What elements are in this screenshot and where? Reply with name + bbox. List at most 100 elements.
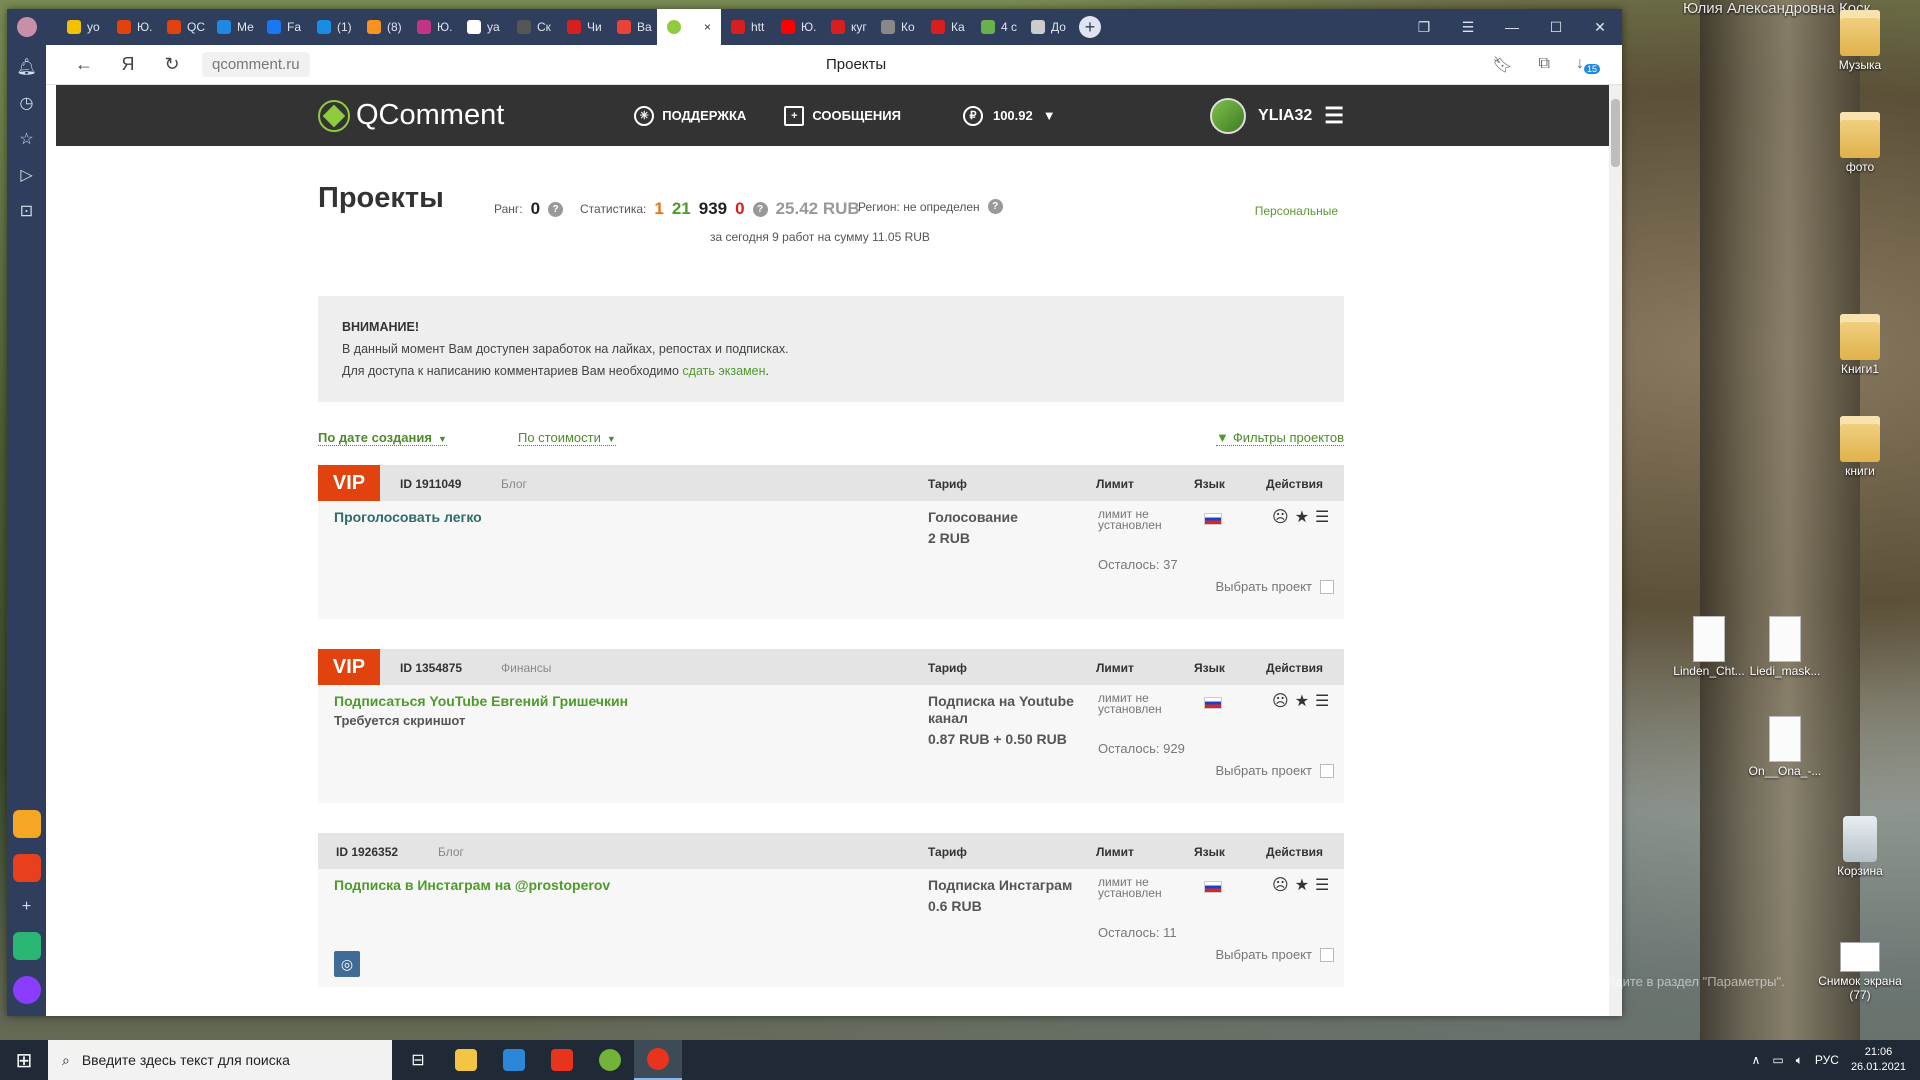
desktop-icon-music[interactable]: Музыка	[1815, 10, 1905, 72]
tab[interactable]: Ка	[921, 9, 971, 45]
messenger-icon[interactable]	[12, 932, 41, 960]
page-scrollbar[interactable]	[1609, 85, 1622, 1016]
list-icon[interactable]: ☰	[1315, 875, 1329, 895]
scrollbar-thumb[interactable]	[1611, 99, 1620, 167]
mail-alt-icon[interactable]	[12, 854, 41, 882]
star-icon[interactable]: ★	[1295, 691, 1309, 711]
star-icon[interactable]: ★	[1295, 507, 1309, 527]
tab[interactable]: Ва	[607, 9, 657, 45]
desktop-icon-books1[interactable]: Книги1	[1815, 314, 1905, 376]
star-icon[interactable]: ★	[1295, 875, 1309, 895]
tab-manager-icon[interactable]: ❐	[1402, 19, 1446, 36]
site-logo[interactable]: QComment	[318, 99, 504, 132]
profile-avatar-button[interactable]	[7, 9, 57, 45]
mail-icon[interactable]	[12, 810, 41, 838]
alice-icon[interactable]	[12, 976, 41, 1004]
tab[interactable]: Fa	[257, 9, 307, 45]
list-icon[interactable]: ☰	[1315, 507, 1329, 527]
support-link[interactable]: ✳ ПОДДЕРЖКА	[634, 105, 746, 126]
select-project[interactable]: Выбрать проект	[1216, 579, 1334, 594]
tab[interactable]: Ю.	[107, 9, 157, 45]
task-view-icon[interactable]: ⊟	[394, 1040, 442, 1080]
tab[interactable]: (8)	[357, 9, 407, 45]
exam-link[interactable]: сдать экзамен	[682, 364, 765, 378]
bell-icon[interactable]: 🔔︎	[16, 57, 36, 77]
url-field[interactable]: qcomment.ru	[202, 52, 310, 77]
tab[interactable]: QC	[157, 9, 207, 45]
help-icon[interactable]: ?	[752, 201, 768, 217]
file-explorer-icon[interactable]	[442, 1040, 490, 1080]
network-icon[interactable]: ▭	[1772, 1053, 1783, 1067]
minimize-button[interactable]: —	[1490, 19, 1534, 36]
windows-start-icon[interactable]: ⊞	[0, 1040, 48, 1080]
back-icon[interactable]: ←	[62, 54, 106, 75]
desktop-icon-recycle-bin[interactable]: Корзина	[1815, 816, 1905, 878]
select-checkbox[interactable]	[1320, 947, 1334, 962]
tab[interactable]: ya	[457, 9, 507, 45]
clock[interactable]: 21:06 26.01.2021	[1851, 1045, 1906, 1075]
taskbar-search[interactable]: ⌕ Введите здесь текст для поиска	[48, 1040, 392, 1080]
messages-link[interactable]: + СООБЩЕНИЯ	[784, 105, 901, 126]
tab[interactable]: Чи	[557, 9, 607, 45]
hamburger-icon[interactable]: ☰	[1324, 103, 1344, 129]
zen-icon[interactable]: ⊡	[20, 201, 33, 221]
add-icon[interactable]: +	[22, 898, 31, 916]
tab[interactable]: htt	[721, 9, 771, 45]
tab[interactable]: Ю.	[407, 9, 457, 45]
reload-icon[interactable]: ↻	[150, 54, 194, 75]
mail-app-icon[interactable]	[490, 1040, 538, 1080]
dislike-icon[interactable]: ☹	[1272, 507, 1289, 527]
extensions-icon[interactable]: ⧉	[1539, 55, 1550, 75]
yandex-browser-icon[interactable]	[634, 1040, 682, 1080]
downloads-icon[interactable]: ↓ 15	[1576, 55, 1600, 75]
close-tab-icon[interactable]: ×	[704, 20, 711, 34]
volume-icon[interactable]: 🔈︎	[1796, 1053, 1803, 1068]
tab[interactable]: 4 с	[971, 9, 1021, 45]
tab[interactable]: Ю.	[771, 9, 821, 45]
project-title-link[interactable]: Подписка в Инстаграм на @prostoperov	[334, 877, 610, 893]
sort-by-cost[interactable]: По стоимости ▼	[518, 430, 616, 446]
select-checkbox[interactable]	[1320, 763, 1334, 778]
dislike-icon[interactable]: ☹	[1272, 875, 1289, 895]
desktop-icon-liedi[interactable]: Liedi_mask...	[1740, 616, 1830, 678]
desktop-icon-on-ona[interactable]: On__Ona_-...	[1740, 716, 1830, 778]
user-menu[interactable]: YLIA32 ☰	[1210, 97, 1344, 134]
select-checkbox[interactable]	[1320, 579, 1334, 594]
project-title-link[interactable]: Проголосовать легко	[334, 509, 482, 525]
help-icon[interactable]: ?	[987, 199, 1003, 214]
personal-link[interactable]: Персональные	[1255, 204, 1338, 218]
project-filters[interactable]: ▼ Фильтры проектов	[1215, 430, 1344, 446]
menu-icon[interactable]: ☰	[1446, 19, 1490, 36]
chevron-up-icon[interactable]: ∧	[1752, 1053, 1761, 1067]
history-icon[interactable]: ◷	[20, 93, 34, 113]
desktop-icon-screenshot[interactable]: Снимок экрана (77)	[1815, 932, 1905, 1002]
select-project[interactable]: Выбрать проект	[1216, 763, 1334, 778]
new-tab-button[interactable]: +	[1079, 16, 1101, 38]
tab-active-qcomment[interactable]: ×	[657, 9, 721, 45]
language-indicator[interactable]: РУС	[1815, 1053, 1839, 1067]
select-project[interactable]: Выбрать проект	[1216, 947, 1334, 962]
list-icon[interactable]: ☰	[1315, 691, 1329, 711]
tab[interactable]: (1)	[307, 9, 357, 45]
tab[interactable]: Ск	[507, 9, 557, 45]
tab[interactable]: До	[1021, 9, 1071, 45]
tab[interactable]: yo	[57, 9, 107, 45]
desktop-icon-photo[interactable]: фото	[1815, 112, 1905, 174]
balance-dropdown[interactable]: ₽ 100.92 ▼	[962, 105, 1056, 126]
help-icon[interactable]: ?	[548, 201, 564, 217]
tab[interactable]: куг	[821, 9, 871, 45]
bookmark-icon[interactable]: 🔖︎	[1492, 55, 1512, 75]
maximize-button[interactable]: ☐	[1534, 19, 1578, 36]
tab[interactable]: Ме	[207, 9, 257, 45]
dislike-icon[interactable]: ☹	[1272, 691, 1289, 711]
yandex-icon[interactable]: Я	[106, 54, 150, 75]
yandex-app-icon[interactable]	[538, 1040, 586, 1080]
project-title-link[interactable]: Подписаться YouTube Евгений Гришечкин	[334, 693, 628, 709]
play-icon[interactable]: ▷	[20, 165, 32, 185]
desktop-icon-books[interactable]: книги	[1815, 416, 1905, 478]
star-icon[interactable]: ☆	[19, 129, 33, 149]
sort-by-date[interactable]: По дате создания ▼	[318, 430, 447, 446]
utorrent-icon[interactable]	[586, 1040, 634, 1080]
close-window-button[interactable]: ✕	[1578, 19, 1622, 36]
tab[interactable]: Ко	[871, 9, 921, 45]
